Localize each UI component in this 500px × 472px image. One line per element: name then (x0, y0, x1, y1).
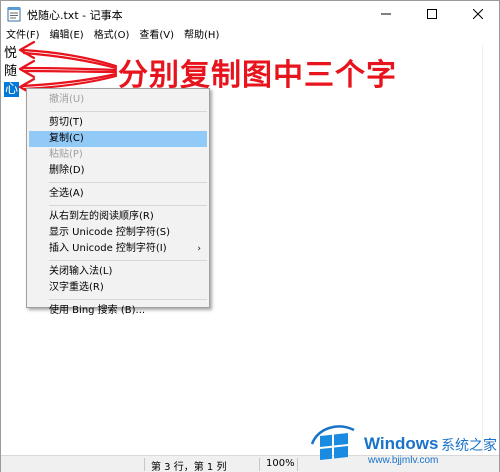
watermark-brand-suffix: 系统之家 (441, 438, 497, 454)
maximize-button[interactable] (409, 1, 455, 27)
minimize-button[interactable] (363, 1, 409, 27)
window-title: 悦随心.txt - 记事本 (27, 9, 123, 22)
watermark-brand: Windows (364, 434, 439, 453)
menu-separator (49, 260, 207, 261)
zoom-level: 100% (266, 458, 295, 469)
status-divider (144, 458, 145, 471)
vertical-scrollbar[interactable] (482, 45, 499, 455)
context-item-insert-unicode[interactable]: 插入 Unicode 控制字符(I) › (27, 241, 209, 257)
context-item-show-unicode[interactable]: 显示 Unicode 控制字符(S) (27, 225, 209, 241)
context-item-cut[interactable]: 剪切(T) (27, 115, 209, 131)
context-item-select-all[interactable]: 全选(A) (27, 186, 209, 202)
title-bar[interactable]: 悦随心.txt - 记事本 (1, 1, 499, 27)
menu-view[interactable]: 查看(V) (134, 27, 179, 45)
menu-separator (49, 182, 207, 183)
menu-help[interactable]: 帮助(H) (179, 27, 224, 45)
arrow-to-line-2 (20, 66, 118, 72)
context-item-insert-unicode-label: 插入 Unicode 控制字符(I) (49, 243, 167, 254)
close-button[interactable] (455, 1, 500, 27)
context-item-bing-search[interactable]: 使用 Bing 搜索 (B)... (27, 303, 209, 319)
context-menu: 撤消(U) 剪切(T) 复制(C) 粘贴(P) 删除(D) 全选(A) 从右到左… (26, 88, 210, 316)
watermark: Windows 系统之家 www.bjjmlv.com (308, 420, 498, 472)
context-item-rtl-reading[interactable]: 从右到左的阅读顺序(R) (27, 209, 209, 225)
submenu-arrow-icon: › (197, 244, 201, 254)
notepad-app-icon (7, 7, 21, 22)
menu-separator (49, 111, 207, 112)
watermark-url: www.bjjmlv.com (368, 455, 439, 466)
maximize-icon (427, 9, 437, 19)
menu-separator (49, 299, 207, 300)
status-divider (297, 458, 298, 471)
context-item-copy[interactable]: 复制(C) (29, 131, 207, 147)
context-item-reconvert[interactable]: 汉字重选(R) (27, 280, 209, 296)
minimize-icon (381, 13, 391, 15)
context-item-delete[interactable]: 删除(D) (27, 163, 209, 179)
cursor-position: 第 3 行，第 1 列 (151, 462, 227, 472)
context-item-paste[interactable]: 粘贴(P) (27, 147, 209, 163)
context-item-undo[interactable]: 撤消(U) (27, 92, 209, 108)
close-icon (473, 9, 483, 19)
status-divider (259, 458, 260, 471)
windows-logo-icon (310, 425, 355, 460)
context-item-close-ime[interactable]: 关闭输入法(L) (27, 264, 209, 280)
menu-separator (49, 205, 207, 206)
